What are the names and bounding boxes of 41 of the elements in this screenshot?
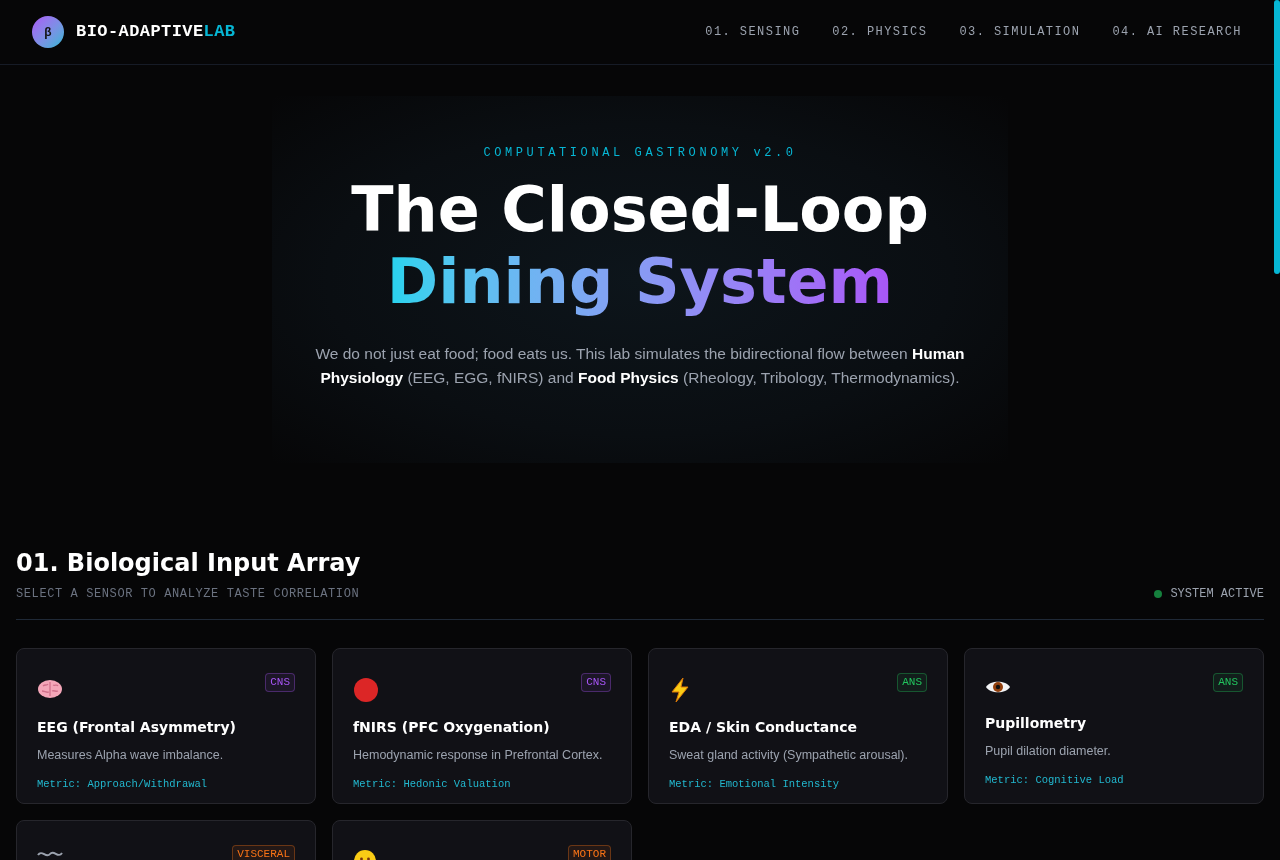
metric-label: Metric: Emotional Intensity	[669, 776, 841, 792]
category-tag: ANS	[1213, 673, 1243, 692]
sensor-title: EEG (Frontal Asymmetry)	[37, 718, 237, 737]
sensor-description: Hemodynamic response in Prefrontal Cortex.	[353, 747, 604, 764]
eyebrow-label: COMPUTATIONAL GASTRONOMY v2.0	[483, 145, 797, 162]
logo-badge: β	[32, 16, 64, 48]
nav-link[interactable]: 04. AI RESEARCH	[1112, 23, 1242, 41]
category-tag: ANS	[897, 673, 927, 692]
sensor-card[interactable]: VISCERAL	[16, 820, 316, 860]
hero-title: The Closed-Loop	[351, 174, 929, 246]
hero-intro: We do not just eat food; food eats us. This lab simulates the bidirectional flow between Human Physiology (EEG, EGG, fNIRS) and Food Physics (Rheology, Tribology, Thermodynamics).	[314, 344, 966, 388]
status-label: SYSTEM ACTIVE	[1170, 586, 1264, 603]
sensor-description: Measures Alpha wave imbalance.	[37, 747, 225, 764]
sensor-title: fNIRS (PFC Oxygenation)	[353, 718, 551, 737]
brain-icon	[37, 677, 63, 701]
nav-link[interactable]: 01. SENSING	[705, 23, 801, 41]
sensor-card[interactable]: ANS Pupillometry Pupil dilation diameter. Metric: Cognitive Load	[964, 648, 1264, 804]
category-tag: MOTOR	[568, 845, 611, 860]
metric-label: Metric: Cognitive Load	[985, 772, 1125, 788]
metric-label: Metric: Hedonic Valuation	[353, 776, 512, 792]
sensor-card[interactable]: MOTOR	[332, 820, 632, 860]
lightning-icon	[669, 677, 691, 703]
sensor-description: Sweat gland activity (Sympathetic arousal).	[669, 747, 909, 764]
sensor-title: Pupillometry	[985, 714, 1088, 733]
sensor-title: EDA / Skin Conductance	[669, 718, 858, 737]
scrollbar-thumb[interactable]	[1274, 0, 1280, 274]
nav-link[interactable]: 03. SIMULATION	[959, 23, 1081, 41]
category-tag: CNS	[265, 673, 295, 692]
circle-icon	[353, 677, 379, 703]
sensor-card[interactable]: CNS fNIRS (PFC Oxygenation) Hemodynamic response in Prefrontal Cortex. Metric: Hedonic Valuation	[332, 648, 632, 804]
wave-icon	[37, 849, 63, 859]
section-title: 01. Biological Input Array	[16, 548, 362, 579]
brand-name[interactable]: BIO-ADAPTIVELAB	[76, 19, 236, 45]
category-tag: CNS	[581, 673, 611, 692]
section-subtitle: SELECT A SENSOR TO ANALYZE TASTE CORRELATION	[16, 586, 360, 603]
sensor-card[interactable]: ANS EDA / Skin Conductance Sweat gland activity (Sympathetic arousal). Metric: Emotional Intensity	[648, 648, 948, 804]
category-tag: VISCERAL	[232, 845, 295, 860]
nav-link[interactable]: 02. PHYSICS	[832, 23, 928, 41]
sensor-description: Pupil dilation diameter.	[985, 743, 1112, 760]
metric-label: Metric: Approach/Withdrawal	[37, 776, 209, 792]
sensor-card[interactable]: CNS EEG (Frontal Asymmetry) Measures Alpha wave imbalance. Metric: Approach/Withdrawal	[16, 648, 316, 804]
